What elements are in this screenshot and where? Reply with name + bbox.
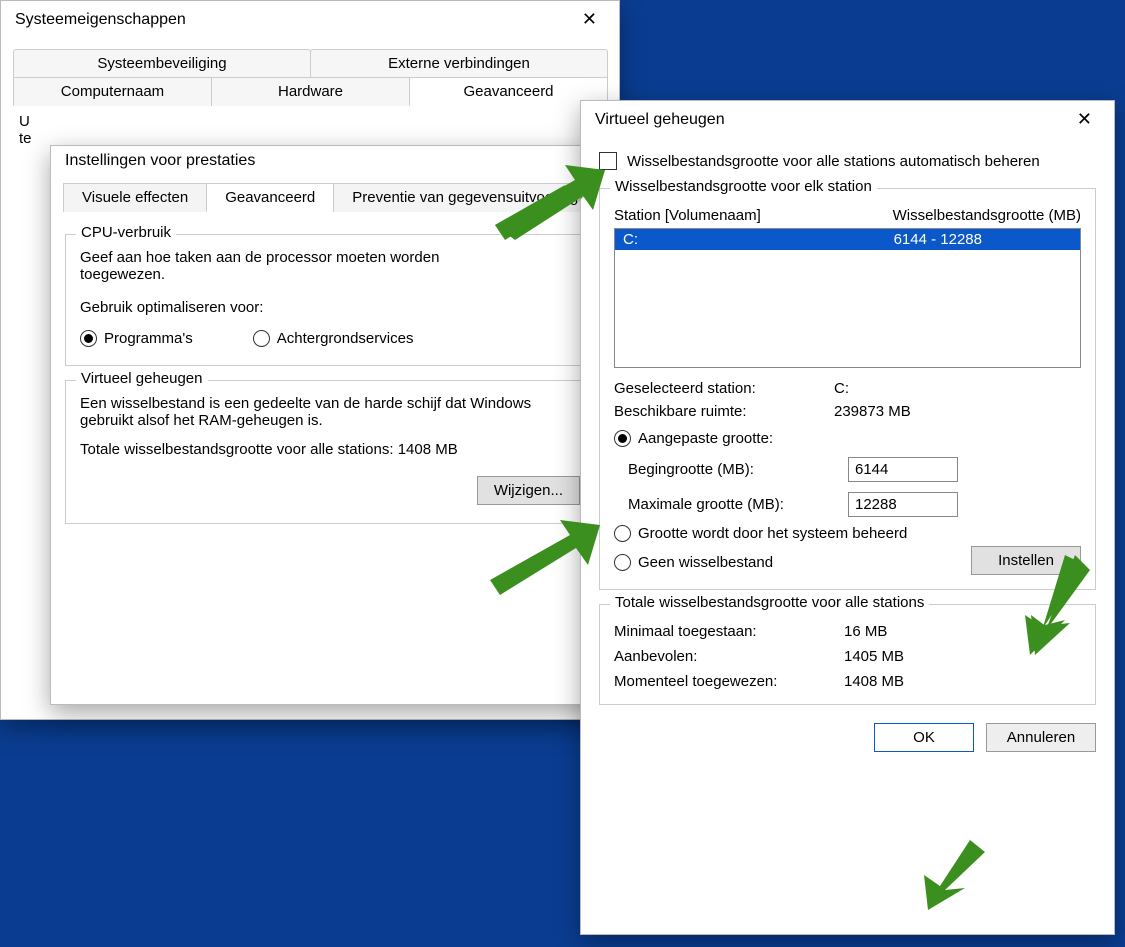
vm-total-value: 1408 MB <box>398 441 458 458</box>
close-icon[interactable]: ✕ <box>1067 107 1102 132</box>
available-space-value: 239873 MB <box>834 403 1081 420</box>
radio-icon <box>253 330 270 347</box>
radio-icon <box>614 554 631 571</box>
tab-geavanceerd-perf[interactable]: Geavanceerd <box>206 183 334 212</box>
checkbox-label: Wisselbestandsgrootte voor alle stations… <box>627 153 1040 170</box>
radio-label: Grootte wordt door het systeem beheerd <box>638 525 907 542</box>
tab-computernaam[interactable]: Computernaam <box>13 77 212 106</box>
group-title-vm: Virtueel geheugen <box>76 370 208 387</box>
vm-desc: Een wisselbestand is een gedeelte van de… <box>80 395 580 429</box>
virtual-memory-window: Virtueel geheugen ✕ Wisselbestandsgroott… <box>580 100 1115 935</box>
tab-hardware[interactable]: Hardware <box>211 77 410 106</box>
radio-label: Programma's <box>104 330 193 347</box>
radio-achtergrondservices[interactable]: Achtergrondservices <box>253 330 414 347</box>
body-fragment: U <box>19 113 601 130</box>
titlebar-virtual-memory: Virtueel geheugen ✕ <box>581 101 1114 138</box>
currently-allocated-label: Momenteel toegewezen: <box>614 673 844 690</box>
drive-letter: C: <box>623 231 638 248</box>
min-allowed-value: 16 MB <box>844 623 1081 640</box>
ok-button[interactable]: OK <box>874 723 974 752</box>
window-title: Instellingen voor prestaties <box>65 152 255 170</box>
initial-size-input[interactable] <box>848 457 958 482</box>
window-title: Virtueel geheugen <box>595 111 725 129</box>
radio-custom-size[interactable]: Aangepaste grootte: <box>614 430 773 447</box>
tab-externe-verbindingen[interactable]: Externe verbindingen <box>310 49 608 77</box>
drive-list[interactable]: C: 6144 - 12288 <box>614 228 1081 368</box>
radio-label: Geen wisselbestand <box>638 554 773 571</box>
total-group: Totale wisselbestandsgrootte voor alle s… <box>599 604 1096 705</box>
tab-visuele-effecten[interactable]: Visuele effecten <box>63 183 207 212</box>
max-size-input[interactable] <box>848 492 958 517</box>
per-station-group: Wisselbestandsgrootte voor elk station S… <box>599 188 1096 590</box>
window-title: Systeemeigenschappen <box>15 11 186 29</box>
drive-size: 6144 - 12288 <box>894 231 982 248</box>
group-title-per-station: Wisselbestandsgrootte voor elk station <box>610 178 877 195</box>
selected-drive-value: C: <box>834 380 1081 397</box>
cancel-button[interactable]: Annuleren <box>986 723 1096 752</box>
available-space-label: Beschikbare ruimte: <box>614 403 834 420</box>
close-icon[interactable]: ✕ <box>572 7 607 32</box>
cpu-group: CPU-verbruik Geef aan hoe taken aan de p… <box>65 234 595 366</box>
radio-icon <box>80 330 97 347</box>
radio-programmas[interactable]: Programma's <box>80 330 193 347</box>
radio-label: Aangepaste grootte: <box>638 430 773 447</box>
initial-size-label: Begingrootte (MB): <box>628 461 848 478</box>
recommended-value: 1405 MB <box>844 648 1081 665</box>
selected-drive-label: Geselecteerd station: <box>614 380 834 397</box>
recommended-label: Aanbevolen: <box>614 648 844 665</box>
vm-total-label: Totale wisselbestandsgrootte voor alle s… <box>80 441 394 458</box>
col-station: Station [Volumenaam] <box>614 207 761 224</box>
tab-preventie[interactable]: Preventie van gegevensuitvoering <box>333 183 597 212</box>
cpu-desc: Geef aan hoe taken aan de processor moet… <box>80 249 510 283</box>
radio-icon <box>614 430 631 447</box>
set-button[interactable]: Instellen <box>971 546 1081 575</box>
radio-no-pagefile[interactable]: Geen wisselbestand <box>614 554 773 571</box>
col-size: Wisselbestandsgrootte (MB) <box>893 207 1081 224</box>
titlebar-performance: Instellingen voor prestaties <box>51 146 609 176</box>
performance-tabs: Visuele effecten Geavanceerd Preventie v… <box>63 182 597 212</box>
radio-label: Achtergrondservices <box>277 330 414 347</box>
change-button[interactable]: Wijzigen... <box>477 476 580 505</box>
group-title-cpu: CPU-verbruik <box>76 224 176 241</box>
group-title-total: Totale wisselbestandsgrootte voor alle s… <box>610 594 929 611</box>
performance-settings-window: Instellingen voor prestaties Visuele eff… <box>50 145 610 705</box>
radio-icon <box>614 525 631 542</box>
min-allowed-label: Minimaal toegestaan: <box>614 623 844 640</box>
drive-row-c[interactable]: C: 6144 - 12288 <box>615 229 1080 250</box>
checkbox-auto-manage[interactable]: Wisselbestandsgrootte voor alle stations… <box>599 152 1040 170</box>
checkbox-icon <box>599 152 617 170</box>
currently-allocated-value: 1408 MB <box>844 673 1081 690</box>
system-properties-tabs: Systeembeveiliging Externe verbindingen … <box>13 48 607 105</box>
cpu-optimize-label: Gebruik optimaliseren voor: <box>80 299 580 316</box>
vm-group: Virtueel geheugen Een wisselbestand is e… <box>65 380 595 524</box>
max-size-label: Maximale grootte (MB): <box>628 496 848 513</box>
titlebar-system-properties: Systeemeigenschappen ✕ <box>1 1 619 38</box>
tab-systeembeveiliging[interactable]: Systeembeveiliging <box>13 49 311 77</box>
tab-geavanceerd[interactable]: Geavanceerd <box>409 77 608 106</box>
radio-system-managed[interactable]: Grootte wordt door het systeem beheerd <box>614 525 907 542</box>
